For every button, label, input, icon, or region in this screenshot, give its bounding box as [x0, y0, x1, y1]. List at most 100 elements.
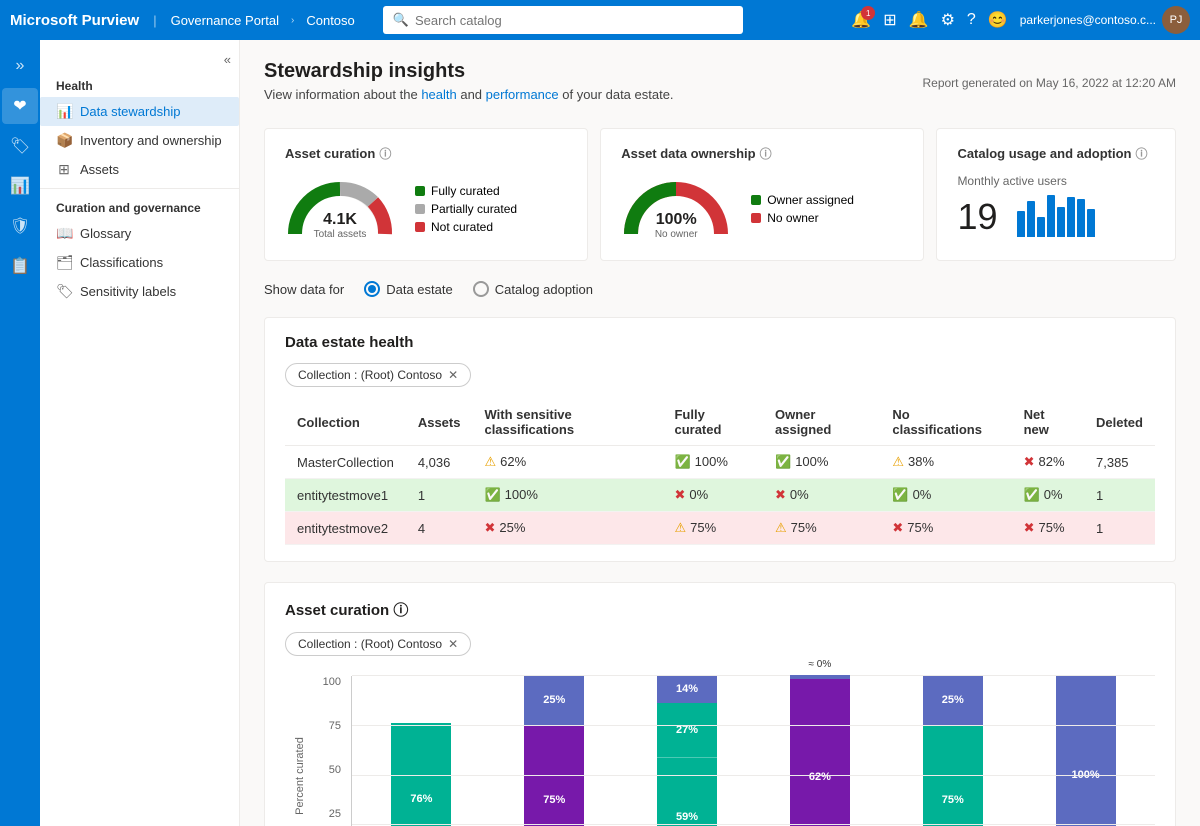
- y-axis-label: Percent curated: [294, 737, 306, 815]
- chart-filter-tag-text: Collection : (Root) Contoso: [298, 637, 442, 651]
- cell-no-class: ✅0%: [880, 479, 1011, 512]
- status-icon: ✖: [892, 520, 903, 535]
- sidebar-icon-catalog[interactable]: 🏷: [2, 128, 38, 164]
- cell-assets: 4: [406, 512, 473, 545]
- cell-assets: 4,036: [406, 446, 473, 479]
- asset-ownership-content: 100% No owner Owner assigned No owner: [621, 174, 903, 244]
- alerts-icon[interactable]: 🔔: [909, 10, 929, 30]
- notification-icon[interactable]: 🔔 1: [851, 10, 871, 30]
- col-no-class: No classifications: [880, 399, 1011, 446]
- bar-label-3-bottom: 59%: [676, 811, 698, 823]
- page-header-row: Stewardship insights View information ab…: [264, 60, 1176, 118]
- asset-ownership-info-icon[interactable]: ⓘ: [760, 145, 772, 162]
- user-feedback-icon[interactable]: 😊: [988, 10, 1008, 30]
- cell-net-new: ✖82%: [1012, 446, 1084, 479]
- catalog-usage-info-icon[interactable]: ⓘ: [1136, 145, 1148, 162]
- cell-collection: MasterCollection: [285, 446, 406, 479]
- sensitivity-labels-icon: 🏷: [56, 283, 72, 300]
- data-estate-radio-label[interactable]: Data estate: [364, 281, 453, 297]
- bar-label-5-bottom: 75%: [942, 794, 964, 806]
- user-profile[interactable]: parkerjones@contoso.c... PJ: [1020, 6, 1190, 34]
- sidebar-item-classifications[interactable]: 🗂 Classifications: [40, 248, 239, 277]
- legend-dot-owner-green: [751, 195, 761, 205]
- gridline-25: [352, 824, 1155, 825]
- search-box[interactable]: 🔍: [383, 6, 743, 34]
- sidebar-icon-insights[interactable]: 📊: [2, 168, 38, 204]
- asset-curation-card: Asset curation ⓘ 4.1: [264, 128, 588, 261]
- chart-collection-filter-tag[interactable]: Collection : (Root) Contoso ✕: [285, 632, 471, 656]
- sidebar-icon-strip: » ❤ 🏷 📊 🛡 📋: [0, 40, 40, 826]
- report-time: Report generated on May 16, 2022 at 12:2…: [922, 76, 1176, 90]
- bar-segment-5-bottom: 75%: [923, 725, 983, 826]
- catalog-adoption-radio-label[interactable]: Catalog adoption: [473, 281, 593, 297]
- cell-deleted: 7,385: [1084, 446, 1155, 479]
- bar-group-5: 25% 75%: [893, 675, 1012, 826]
- sidebar-item-assets[interactable]: ⊞ Assets: [40, 155, 239, 184]
- bar-7: [1077, 199, 1085, 237]
- chart-filter-close-icon[interactable]: ✕: [448, 637, 458, 651]
- asset-ownership-card: Asset data ownership ⓘ 100% No owner: [600, 128, 924, 261]
- legend-fully-curated: Fully curated: [415, 184, 517, 198]
- show-data-row: Show data for Data estate Catalog adopti…: [264, 281, 1176, 297]
- health-table: Collection Assets With sensitive classif…: [285, 399, 1155, 545]
- asset-curation-info-icon[interactable]: ⓘ: [379, 145, 391, 162]
- sidebar-item-inventory-ownership[interactable]: 📦 Inventory and ownership: [40, 126, 239, 155]
- data-estate-radio-selected[interactable]: [364, 281, 380, 297]
- sidebar-icon-data[interactable]: 📋: [2, 248, 38, 284]
- expand-collapse-btn[interactable]: »: [2, 48, 38, 84]
- bars-area: 76% 25% 75%: [351, 676, 1155, 826]
- cell-net-new: ✖75%: [1012, 512, 1084, 545]
- settings-icon[interactable]: ⚙: [941, 10, 955, 30]
- sidebar-item-glossary[interactable]: 📖 Glossary: [40, 219, 239, 248]
- bar-segment-3-mid: 27%: [657, 703, 717, 757]
- apps-icon[interactable]: ⊞: [883, 10, 896, 30]
- collection-filter-tag[interactable]: Collection : (Root) Contoso ✕: [285, 363, 471, 387]
- nav-divider: [40, 188, 239, 189]
- gridline-50: [352, 775, 1155, 776]
- status-icon: ✅: [674, 454, 690, 469]
- bar-label-2-top: 25%: [543, 694, 565, 706]
- collapse-nav-btn[interactable]: «: [40, 48, 239, 71]
- asset-curation-chart-info-icon[interactable]: ⓘ: [393, 602, 408, 619]
- bar-segment-2-bottom: 75%: [524, 725, 584, 826]
- status-icon: ⚠: [775, 520, 787, 535]
- health-link[interactable]: health: [421, 87, 456, 102]
- bar-label-4-top: ≈ 0%: [809, 659, 832, 670]
- cell-fully-curated: ⚠75%: [662, 512, 763, 545]
- table-row: entitytestmove1 1 ✅100% ✖0% ✖0% ✅0% ✅0% …: [285, 479, 1155, 512]
- page-header-left: Stewardship insights View information ab…: [264, 60, 674, 118]
- donut-center-label: 4.1K Total assets: [314, 211, 367, 240]
- search-input[interactable]: [415, 13, 733, 28]
- sidebar-icon-policy[interactable]: 🛡: [2, 208, 38, 244]
- summary-cards: Asset curation ⓘ 4.1: [264, 128, 1176, 261]
- y-100: 100: [315, 676, 341, 688]
- bar-segment-4-bottom: 62%: [790, 679, 850, 826]
- legend-label-fully-curated: Fully curated: [431, 184, 500, 198]
- catalog-adoption-radio[interactable]: [473, 281, 489, 297]
- performance-link[interactable]: performance: [486, 87, 559, 102]
- filter-tag-close-icon[interactable]: ✕: [448, 368, 458, 382]
- legend-label-no-owner: No owner: [767, 211, 818, 225]
- bar-2: [1027, 201, 1035, 237]
- bar-segment-2-top: 25%: [524, 675, 584, 725]
- glossary-icon: 📖: [56, 225, 72, 242]
- show-data-label: Show data for: [264, 282, 344, 297]
- asset-curation-title: Asset curation ⓘ: [285, 145, 567, 162]
- help-icon[interactable]: ?: [967, 11, 976, 29]
- asset-curation-chart-section: Asset curation ⓘ Collection : (Root) Con…: [264, 582, 1176, 826]
- sidebar-item-sensitivity-labels[interactable]: 🏷 Sensitivity labels: [40, 277, 239, 306]
- col-sensitive: With sensitive classifications: [472, 399, 662, 446]
- catalog-adoption-radio-text: Catalog adoption: [495, 282, 593, 297]
- bar-group-4: ≈ 0% 62%: [760, 675, 879, 826]
- y-75: 75: [315, 720, 341, 732]
- cell-owner-assigned: ✅100%: [763, 446, 880, 479]
- bar-label-3-top: 14%: [676, 683, 698, 695]
- bar-label-5-top: 25%: [942, 694, 964, 706]
- legend-dot-green: [415, 186, 425, 196]
- legend-not-curated: Not curated: [415, 220, 517, 234]
- sidebar-item-data-stewardship[interactable]: 📊 Data stewardship: [40, 97, 239, 126]
- col-fully-curated: Fully curated: [662, 399, 763, 446]
- classifications-icon: 🗂: [56, 254, 72, 271]
- asset-ownership-title: Asset data ownership ⓘ: [621, 145, 903, 162]
- sidebar-icon-health[interactable]: ❤: [2, 88, 38, 124]
